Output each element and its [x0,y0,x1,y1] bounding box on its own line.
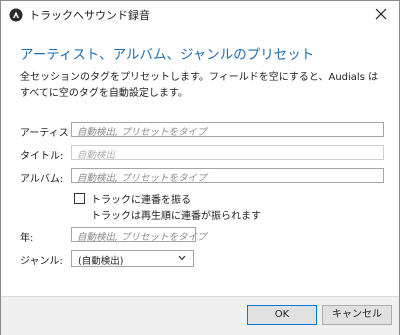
dialog-window: トラックへサウンド録音 アーティスト、アルバム、ジャンルのプリセット 全セッショ… [0,0,400,335]
app-logo-icon [9,8,23,22]
title-bar: トラックへサウンド録音 [1,1,399,29]
year-placeholder: 自動検出, プリセットをタイプ [77,232,207,243]
chevron-down-icon [178,255,186,261]
title-placeholder: 自動検出 [77,150,116,161]
artist-input[interactable]: 自動検出, プリセットをタイプ [71,122,384,138]
cancel-button[interactable]: キャンセル [322,305,392,325]
year-input[interactable]: 自動検出, プリセットをタイプ [71,227,207,243]
album-label: アルバム: [20,174,64,185]
genre-value: (自動検出) [78,256,124,267]
genre-select[interactable]: (自動検出) [71,250,194,267]
track-numbering-label[interactable]: トラックに連番を振る [91,191,191,206]
title-label: タイトル: [20,151,64,162]
year-label: 年: [20,233,34,244]
ok-button[interactable]: OK [247,305,317,325]
description-text: 全セッションのタグをプリセットします。フィールドを空にすると、Audials は… [20,72,379,99]
button-bar: OK キャンセル [1,296,399,335]
genre-label: ジャンル: [20,256,63,267]
window-title: トラックへサウンド録音 [29,9,150,22]
track-numbering-checkbox[interactable] [74,193,85,204]
title-input: 自動検出 [71,145,384,161]
track-numbering-sublabel: トラックは再生順に連番が振られます [91,211,261,222]
page-heading: アーティスト、アルバム、ジャンルのプリセット [20,47,315,63]
album-input[interactable]: 自動検出, プリセットをタイプ [71,168,384,184]
close-icon[interactable] [373,6,389,22]
album-placeholder: 自動検出, プリセットをタイプ [77,173,207,184]
artist-placeholder: 自動検出, プリセットをタイプ [77,127,207,138]
